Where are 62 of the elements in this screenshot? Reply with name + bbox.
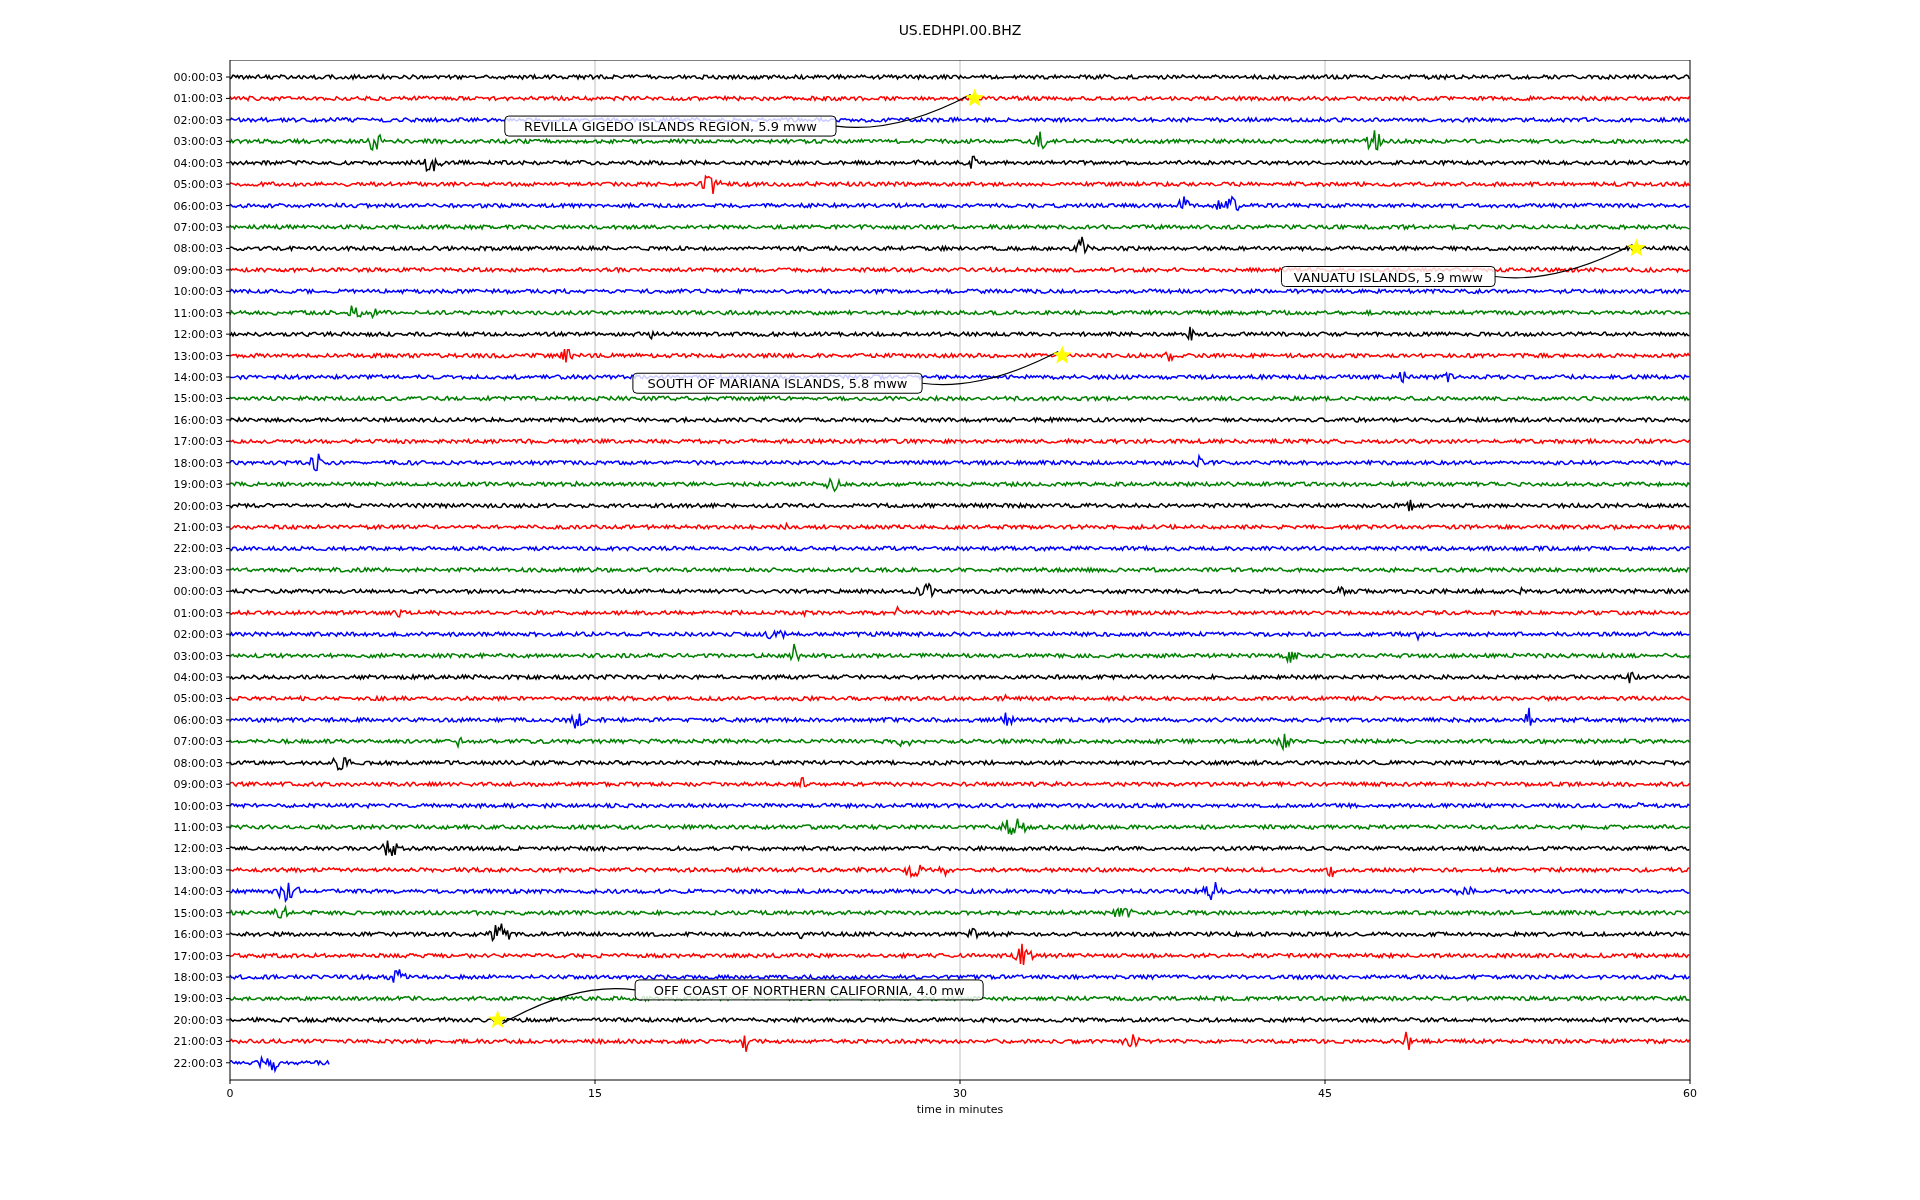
event-label: SOUTH OF MARIANA ISLANDS, 5.8 mww xyxy=(632,372,923,394)
time-label: 11:00:03 xyxy=(173,821,223,835)
event-label: REVILLA GIGEDO ISLANDS REGION, 5.9 mww xyxy=(504,115,837,137)
time-label: 02:00:03 xyxy=(173,628,223,642)
time-label: 09:00:03 xyxy=(173,778,223,792)
time-label: 19:00:03 xyxy=(173,992,223,1006)
time-label: 06:00:03 xyxy=(173,713,223,727)
time-label: 19:00:03 xyxy=(173,478,223,492)
tick-label: 45 xyxy=(1318,1087,1332,1100)
time-label: 00:00:03 xyxy=(173,71,223,84)
time-label: 10:00:03 xyxy=(173,285,223,299)
time-label: 13:00:03 xyxy=(173,349,223,363)
time-label: 23:00:03 xyxy=(173,563,223,577)
time-label: 16:00:03 xyxy=(173,413,223,427)
time-label: 16:00:03 xyxy=(173,928,223,942)
time-label: 15:00:03 xyxy=(173,906,223,920)
chart-title: US.EDHPI.00.BHZ xyxy=(898,21,1022,40)
star-icon xyxy=(1627,238,1646,257)
event-label: VANUATU ISLANDS, 5.9 mww xyxy=(1280,266,1496,287)
time-label: 09:00:03 xyxy=(173,263,223,277)
time-label: 18:00:03 xyxy=(173,456,223,470)
star-icon xyxy=(965,88,985,107)
time-label: 11:00:03 xyxy=(173,306,223,320)
time-label: 22:00:03 xyxy=(173,1056,223,1070)
time-label: 14:00:03 xyxy=(173,371,223,384)
tick-label: 0 xyxy=(226,1087,234,1100)
time-label: 21:00:03 xyxy=(173,1035,223,1049)
tick-label: 15 xyxy=(588,1087,602,1100)
time-label: 00:00:03 xyxy=(173,585,223,599)
tick-label: 30 xyxy=(953,1087,967,1100)
time-label: 22:00:03 xyxy=(173,542,223,556)
time-label: 15:00:03 xyxy=(173,392,223,406)
time-label: 01:00:03 xyxy=(173,92,223,106)
time-label: 05:00:03 xyxy=(173,692,223,706)
star-icon xyxy=(1052,345,1072,364)
star-icon xyxy=(488,1009,508,1028)
time-label: 08:00:03 xyxy=(173,756,223,770)
time-label: 03:00:03 xyxy=(173,135,223,149)
time-label: 17:00:03 xyxy=(173,435,223,449)
time-label: 12:00:03 xyxy=(173,328,223,342)
tick-label: 60 xyxy=(1683,1087,1697,1100)
time-label: 17:00:03 xyxy=(173,949,223,963)
time-label: 03:00:03 xyxy=(173,649,223,663)
time-label: 13:00:03 xyxy=(173,863,223,877)
time-label: 01:00:03 xyxy=(173,606,223,620)
time-label: 14:00:03 xyxy=(173,885,223,899)
time-label: 20:00:03 xyxy=(173,499,223,513)
time-label: 04:00:03 xyxy=(173,671,223,685)
axis-label: time in minutes xyxy=(916,1103,1004,1116)
time-label: 07:00:03 xyxy=(173,221,223,234)
time-label: 18:00:03 xyxy=(173,971,223,985)
time-label: 12:00:03 xyxy=(173,842,223,856)
time-label: 10:00:03 xyxy=(173,799,223,813)
time-label: 04:00:03 xyxy=(173,156,223,170)
time-label: 08:00:03 xyxy=(173,242,223,256)
time-label: 20:00:03 xyxy=(173,1013,223,1027)
time-label: 02:00:03 xyxy=(173,113,223,127)
event-label: OFF COAST OF NORTHERN CALIFORNIA, 4.0 mw xyxy=(634,979,984,1001)
time-label: 06:00:03 xyxy=(173,199,223,213)
time-label: 05:00:03 xyxy=(173,178,223,192)
time-label: 21:00:03 xyxy=(173,521,223,535)
time-label: 07:00:03 xyxy=(173,735,223,749)
